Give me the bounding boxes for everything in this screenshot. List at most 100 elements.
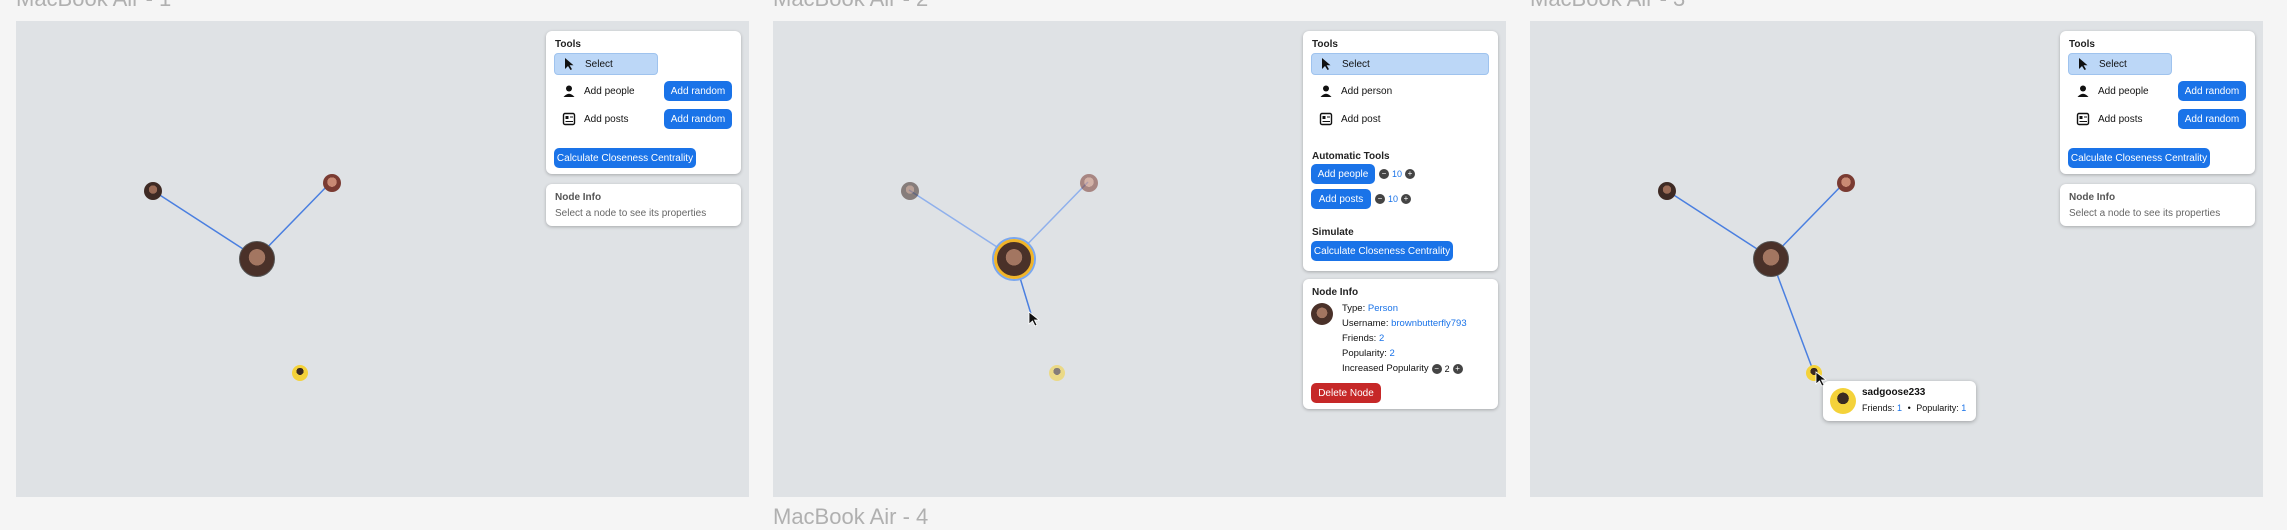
increased-popularity-value: 2 bbox=[1444, 363, 1450, 374]
cursor-icon bbox=[1322, 58, 1331, 70]
add-posts-tool[interactable]: Add posts bbox=[2068, 108, 2142, 130]
person-node[interactable] bbox=[1049, 365, 1065, 381]
plus-icon[interactable]: + bbox=[1401, 194, 1412, 204]
person-node[interactable] bbox=[323, 174, 341, 192]
posts-count-value: 10 bbox=[1388, 194, 1399, 204]
avatar bbox=[1830, 388, 1856, 414]
select-label: Select bbox=[585, 58, 613, 70]
tools-panel: Tools Select Add person Add post Automat… bbox=[1303, 31, 1498, 271]
add-random-posts-button[interactable]: Add random bbox=[664, 109, 732, 129]
popularity-value: 2 bbox=[1389, 348, 1395, 359]
minus-icon[interactable]: − bbox=[1375, 194, 1385, 204]
add-posts-label: Add posts bbox=[2098, 113, 2143, 125]
username-label: Username: bbox=[1342, 318, 1389, 329]
auto-add-posts-button[interactable]: Add posts bbox=[1311, 189, 1371, 209]
tooltip-username: sadgoose233 bbox=[1862, 387, 1926, 398]
add-random-people-button[interactable]: Add random bbox=[664, 81, 732, 101]
person-node[interactable] bbox=[1658, 182, 1676, 200]
add-post-label: Add post bbox=[1341, 113, 1381, 125]
automatic-tools-title: Automatic Tools bbox=[1312, 151, 1390, 162]
username-row: Username: brownbutterfly793 bbox=[1342, 318, 1467, 329]
plus-icon[interactable]: + bbox=[1452, 363, 1463, 374]
type-value: Person bbox=[1367, 303, 1398, 314]
add-random-posts-button[interactable]: Add random bbox=[2178, 109, 2246, 129]
calculate-closeness-button[interactable]: Calculate Closeness Centrality bbox=[1311, 241, 1453, 261]
tooltip-friends-value: 1 bbox=[1897, 403, 1903, 413]
add-people-label: Add people bbox=[584, 85, 635, 97]
node-info-title: Node Info bbox=[2069, 192, 2116, 203]
increased-popularity-row: Increased Popularity − 2 + bbox=[1342, 363, 1463, 374]
select-label: Select bbox=[1342, 58, 1370, 70]
minus-icon[interactable]: − bbox=[1379, 169, 1389, 179]
tools-title: Tools bbox=[2069, 39, 2095, 50]
cursor-icon bbox=[2079, 58, 2088, 70]
frame-title-3: MacBook Air - 3 bbox=[1530, 0, 1685, 12]
tools-panel: Tools Select Add people Add random Add p… bbox=[546, 31, 741, 174]
select-tool[interactable]: Select bbox=[554, 53, 658, 75]
tooltip-friends-label: Friends: bbox=[1862, 403, 1895, 413]
tooltip-stats: Friends: 1 • Popularity: 1 bbox=[1862, 403, 1966, 413]
friends-label: Friends: bbox=[1342, 333, 1377, 344]
posts-count-stepper[interactable]: − 10 + bbox=[1375, 194, 1412, 204]
person-icon bbox=[563, 85, 575, 97]
node-info-hint: Select a node to see its properties bbox=[2069, 208, 2221, 219]
person-node[interactable] bbox=[901, 182, 919, 200]
add-random-people-button[interactable]: Add random bbox=[2178, 81, 2246, 101]
add-people-tool[interactable]: Add people bbox=[554, 80, 635, 102]
frame-title-1: MacBook Air - 1 bbox=[16, 0, 171, 12]
frame-title-2: MacBook Air - 2 bbox=[773, 0, 928, 12]
friends-row: Friends: 2 bbox=[1342, 333, 1384, 344]
tooltip-separator: • bbox=[1907, 403, 1911, 413]
delete-node-button[interactable]: Delete Node bbox=[1311, 383, 1381, 403]
node-info-hint: Select a node to see its properties bbox=[555, 208, 707, 219]
selected-person-node[interactable] bbox=[994, 239, 1034, 279]
node-tooltip: sadgoose233 Friends: 1 • Popularity: 1 bbox=[1823, 381, 1976, 421]
type-label: Type: bbox=[1342, 303, 1366, 314]
avatar bbox=[1311, 303, 1333, 325]
canvas-frame-1[interactable]: Tools Select Add people Add random Add p… bbox=[16, 21, 749, 497]
popularity-label: Popularity: bbox=[1342, 348, 1387, 359]
add-posts-label: Add posts bbox=[584, 113, 629, 125]
add-people-tool[interactable]: Add people bbox=[2068, 80, 2149, 102]
select-tool[interactable]: Select bbox=[2068, 53, 2172, 75]
posts-icon bbox=[562, 112, 576, 126]
node-info-title: Node Info bbox=[555, 192, 602, 203]
add-post-tool[interactable]: Add post bbox=[1311, 108, 1380, 130]
person-node[interactable] bbox=[1080, 174, 1098, 192]
canvas-frame-2[interactable]: Tools Select Add person Add post Automat… bbox=[773, 21, 1506, 497]
increased-popularity-stepper[interactable]: − 2 + bbox=[1431, 363, 1463, 374]
popularity-row: Popularity: 2 bbox=[1342, 348, 1395, 359]
calculate-closeness-button[interactable]: Calculate Closeness Centrality bbox=[2068, 148, 2210, 168]
node-info-title: Node Info bbox=[1312, 287, 1359, 298]
add-posts-tool[interactable]: Add posts bbox=[554, 108, 628, 130]
friends-value: 2 bbox=[1378, 333, 1385, 344]
minus-icon[interactable]: − bbox=[1431, 363, 1442, 374]
person-node[interactable] bbox=[292, 365, 308, 381]
canvas-frame-3[interactable]: sadgoose233 Friends: 1 • Popularity: 1 T… bbox=[1530, 21, 2263, 497]
username-value: brownbutterfly793 bbox=[1391, 318, 1467, 329]
auto-add-people-button[interactable]: Add people bbox=[1311, 164, 1375, 184]
person-node[interactable] bbox=[1837, 174, 1855, 192]
frame-title-4: MacBook Air - 4 bbox=[773, 504, 929, 529]
tools-title: Tools bbox=[555, 39, 581, 50]
posts-icon bbox=[2076, 112, 2090, 126]
plus-icon[interactable]: + bbox=[1405, 169, 1416, 179]
tooltip-popularity-label: Popularity: bbox=[1916, 403, 1959, 413]
people-count-value: 10 bbox=[1392, 169, 1403, 179]
people-count-stepper[interactable]: − 10 + bbox=[1379, 169, 1416, 179]
person-node[interactable] bbox=[239, 241, 275, 277]
simulate-title: Simulate bbox=[1312, 227, 1354, 238]
node-info-panel: Node Info Select a node to see its prope… bbox=[2060, 184, 2255, 226]
calculate-closeness-button[interactable]: Calculate Closeness Centrality bbox=[554, 148, 696, 168]
person-node[interactable] bbox=[144, 182, 162, 200]
person-icon bbox=[2077, 85, 2089, 97]
person-node[interactable] bbox=[1753, 241, 1789, 277]
type-row: Type: Person bbox=[1342, 303, 1398, 314]
posts-icon bbox=[1319, 112, 1333, 126]
add-people-label: Add people bbox=[2098, 85, 2149, 97]
cursor-icon bbox=[1028, 311, 1041, 327]
select-tool[interactable]: Select bbox=[1311, 53, 1489, 75]
select-label: Select bbox=[2099, 58, 2127, 70]
add-person-tool[interactable]: Add person bbox=[1311, 80, 1392, 102]
tools-title: Tools bbox=[1312, 39, 1338, 50]
